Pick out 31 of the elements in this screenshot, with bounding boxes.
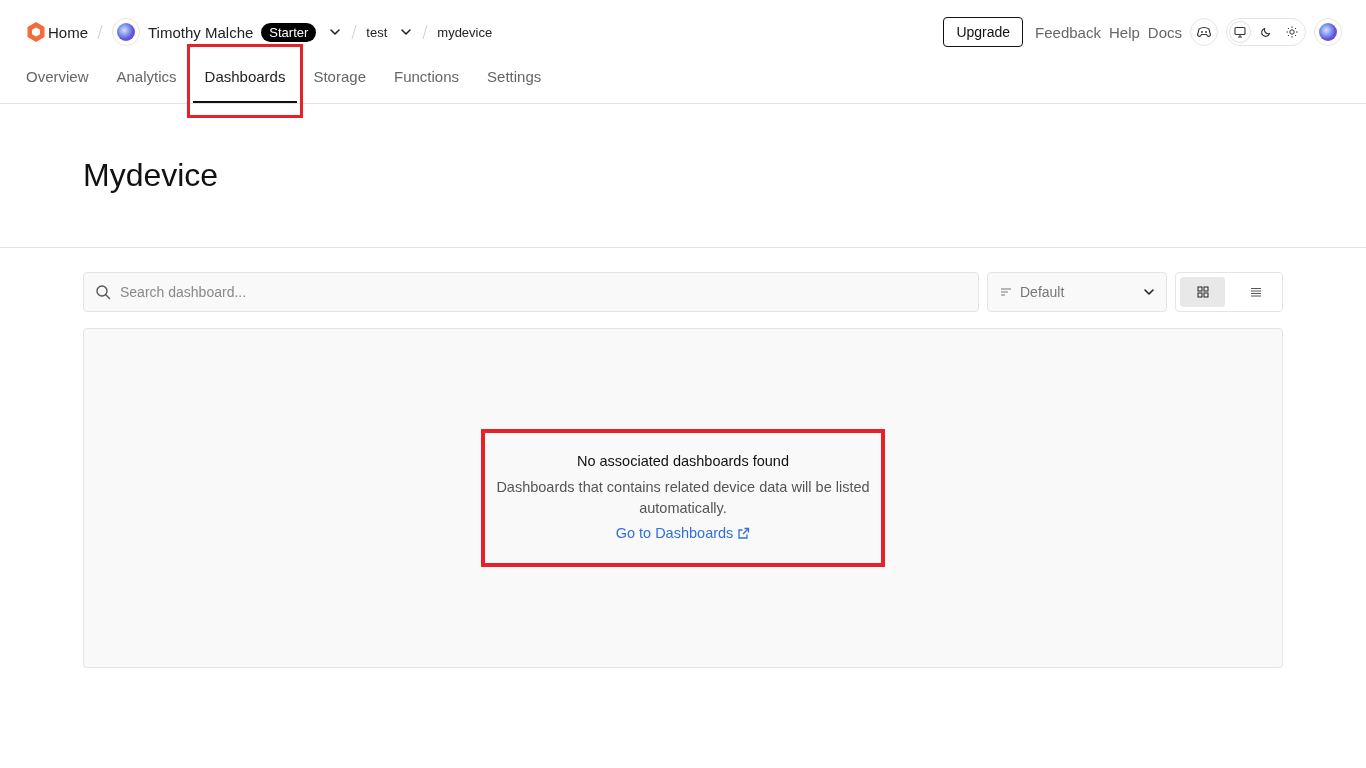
device-name[interactable]: mydevice <box>437 24 493 40</box>
list-icon <box>1249 286 1262 298</box>
nav-tab[interactable]: Settings <box>475 64 554 103</box>
grid-icon <box>1196 286 1209 298</box>
header-link[interactable]: Feedback <box>1035 23 1101 41</box>
external-link-icon <box>737 526 751 540</box>
search-field[interactable]: Search dashboard... <box>83 272 979 312</box>
nav-tab[interactable]: Dashboards <box>192 64 298 103</box>
empty-state-message: Dashboards that contains related device data will be listed automatically. <box>495 478 871 518</box>
breadcrumb-separator <box>422 24 429 40</box>
upgrade-button[interactable]: Upgrade <box>943 17 1024 47</box>
nav-tab[interactable]: Overview <box>14 64 101 103</box>
header-link[interactable]: Docs <box>1147 23 1182 41</box>
nav-tab[interactable]: Storage <box>301 64 378 103</box>
home-link[interactable]: Home <box>48 23 88 41</box>
nav-tab[interactable]: Analytics <box>104 64 189 103</box>
empty-state-title: No associated dashboards found <box>577 453 789 469</box>
sort-icon <box>1000 286 1012 298</box>
grid-view-button[interactable] <box>1180 277 1225 307</box>
plan-badge: Starter <box>261 22 317 42</box>
dashboards-link[interactable]: Go to Dashboards <box>615 525 751 541</box>
breadcrumb-separator <box>351 24 358 40</box>
user-name[interactable]: Timothy Malche <box>148 23 254 41</box>
header-link[interactable]: Help <box>1108 23 1140 41</box>
breadcrumb-separator <box>97 24 103 40</box>
avatar-icon[interactable] <box>1314 18 1342 46</box>
project-name[interactable]: test <box>366 24 388 40</box>
avatar-icon[interactable] <box>112 18 140 46</box>
sort-dropdown[interactable]: Default <box>987 272 1167 312</box>
page-title: Mydevice <box>83 157 219 194</box>
nav-tab[interactable]: Functions <box>382 64 472 103</box>
